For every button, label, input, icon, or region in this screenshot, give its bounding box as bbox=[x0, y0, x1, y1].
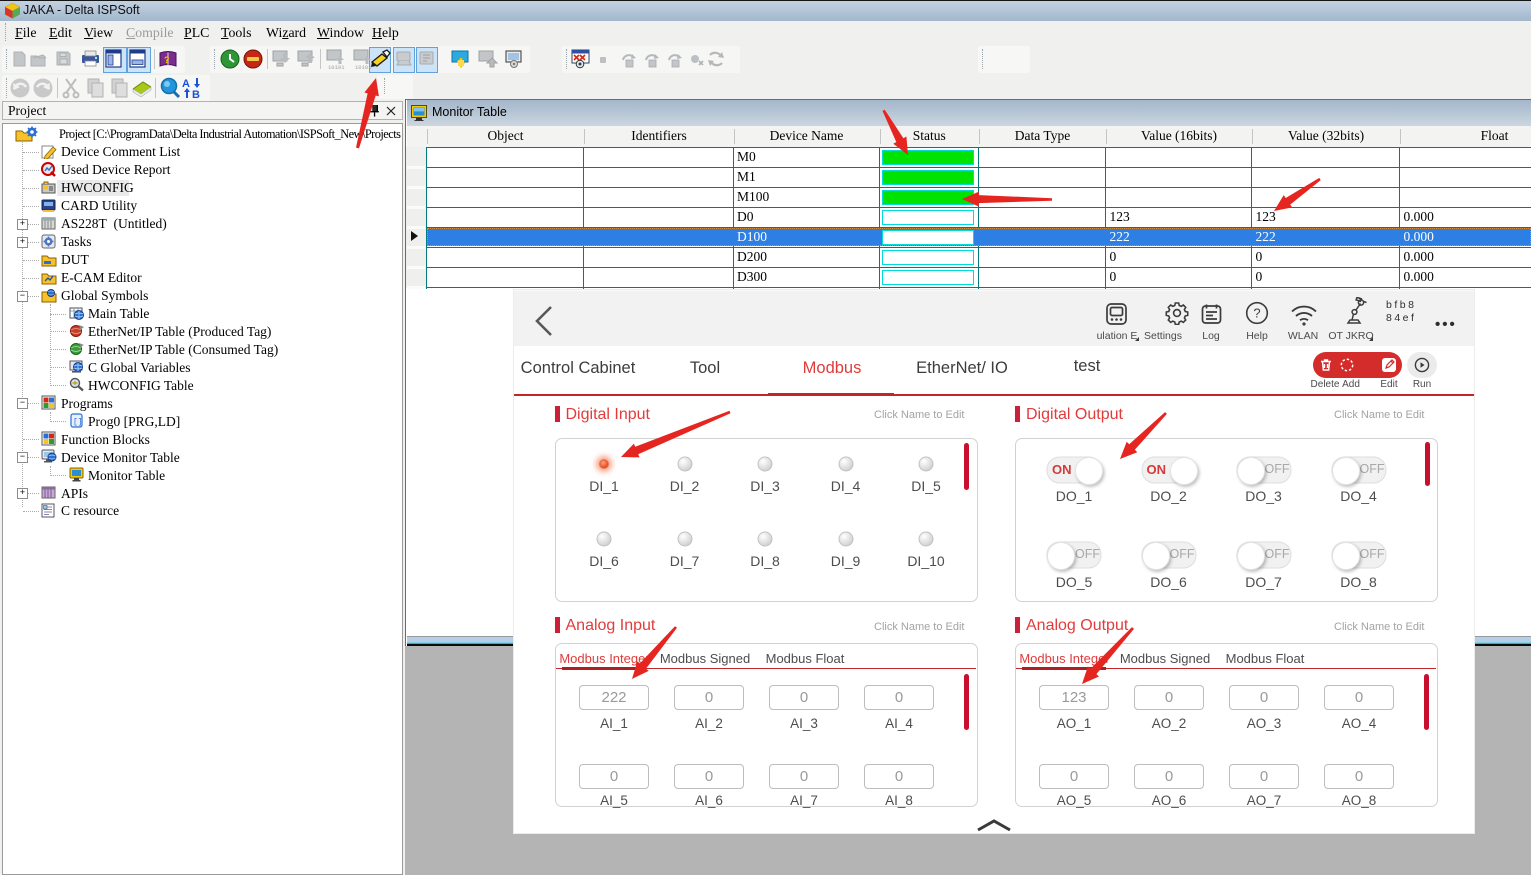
svg-text:10101: 10101 bbox=[328, 64, 345, 71]
svg-text:?: ? bbox=[164, 55, 170, 65]
svg-text:?: ? bbox=[1253, 306, 1260, 321]
svg-text:A: A bbox=[182, 78, 190, 90]
svg-text:B: B bbox=[192, 89, 200, 101]
svg-text:10101: 10101 bbox=[355, 64, 372, 71]
svg-text:[]: [] bbox=[73, 418, 83, 427]
